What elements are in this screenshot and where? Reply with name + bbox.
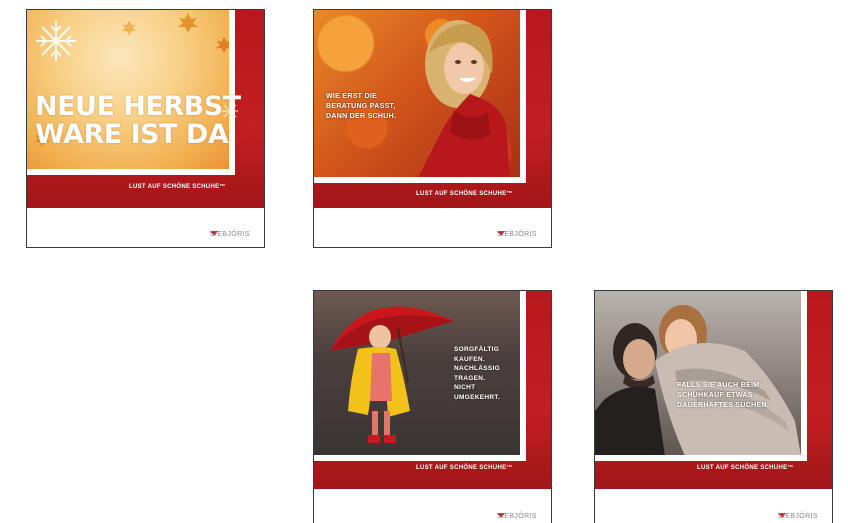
ad-banner-new-autumn[interactable]: NEUE HERBST WARE IST DA LUST AUF SCHÖNE …: [26, 9, 265, 248]
couple-with-blanket-illustration: [595, 305, 801, 456]
ad-footer: SIEBJÖRIS: [314, 208, 551, 247]
girl-with-umbrella-illustration: [330, 306, 454, 443]
ad-headline: SORGFÄLTIG KAUFEN. NACHLÄSSIG TRAGEN. NI…: [454, 346, 500, 401]
ad-banner-careful-buying[interactable]: SORGFÄLTIG KAUFEN. NACHLÄSSIG TRAGEN. NI…: [313, 290, 552, 523]
ad-slogan: LUST AUF SCHÖNE SCHUHE™: [129, 184, 226, 190]
woman-portrait-illustration: [418, 20, 510, 178]
ad-headline: WIE ERST DIE BERATUNG PASST, DANN DER SC…: [326, 93, 397, 120]
brand-logo: SIEBJÖRIS: [777, 513, 818, 520]
ad-footer: SIEBJÖRIS: [27, 208, 264, 247]
ad-banner-lasting[interactable]: FALLS SIE AUCH BEIM SCHUHKAUF ETWAS DAUE…: [594, 290, 833, 523]
ad-slogan: LUST AUF SCHÖNE SCHUHE™: [416, 191, 513, 197]
ad-footer: SIEBJÖRIS: [314, 490, 551, 523]
ad-slogan: LUST AUF SCHÖNE SCHUHE™: [416, 465, 513, 471]
brand-logo: SIEBJÖRIS: [496, 231, 537, 238]
ad-slogan: LUST AUF SCHÖNE SCHUHE™: [697, 465, 794, 471]
snowflake-icon: [36, 21, 76, 61]
brand-logo: SIEBJÖRIS: [209, 231, 250, 238]
leaf-icon: [178, 13, 198, 33]
ad-headline: NEUE HERBST WARE IST DA: [35, 91, 241, 150]
ad-footer: SIEBJÖRIS: [595, 490, 832, 523]
brand-logo: SIEBJÖRIS: [496, 513, 537, 520]
ad-banner-consultation[interactable]: WIE ERST DIE BERATUNG PASST, DANN DER SC…: [313, 9, 552, 248]
ad-headline: FALLS SIE AUCH BEIM SCHUHKAUF ETWAS DAUE…: [677, 382, 770, 409]
leaf-icon: [121, 20, 137, 36]
